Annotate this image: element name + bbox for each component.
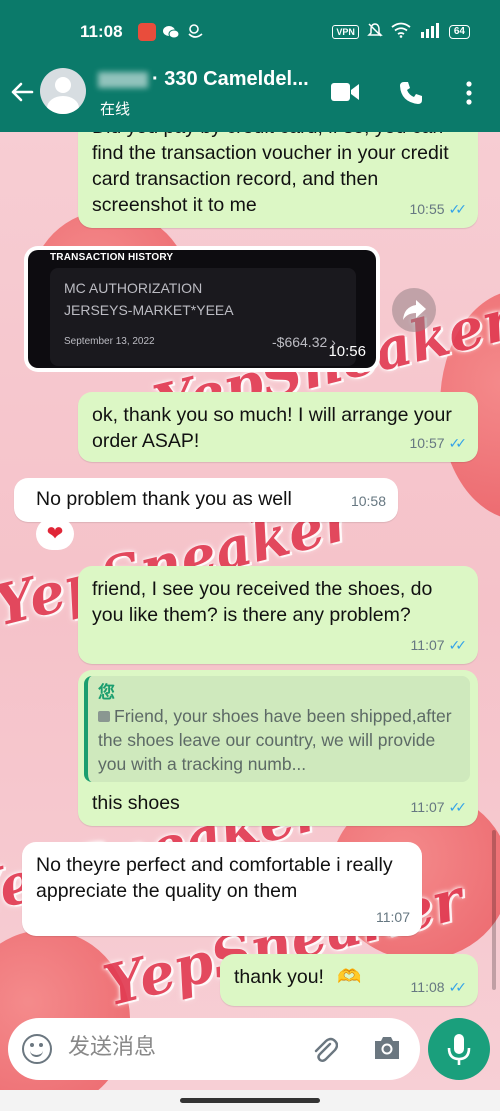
message-outgoing[interactable]: ok, thank you so much! I will arrange yo… xyxy=(78,392,478,462)
read-ticks-icon: ✓✓ xyxy=(448,201,468,217)
message-text: ok, thank you so much! I will arrange yo… xyxy=(92,404,452,452)
message-input[interactable] xyxy=(68,1035,308,1060)
status-time: 11:08 xyxy=(80,22,123,41)
vpn-badge: VPN xyxy=(332,24,359,39)
video-call-icon[interactable] xyxy=(330,80,360,109)
message-time: 11:07 xyxy=(410,637,445,653)
more-options-icon[interactable] xyxy=(464,80,474,111)
mic-icon xyxy=(447,1034,471,1065)
screenshot-amount: -$664.32 › xyxy=(272,334,336,350)
message-time: 10:55 xyxy=(409,201,445,217)
message-incoming[interactable]: No problem thank you as well 10:58 xyxy=(14,478,398,522)
quoted-message[interactable]: 您 Friend, your shoes have been shipped,a… xyxy=(84,676,470,782)
heart-reaction-icon[interactable]: ❤ xyxy=(36,518,74,550)
quoted-text: Friend, your shoes have been shipped,aft… xyxy=(98,706,452,774)
message-outgoing[interactable]: thank you! 🫶 11:08 ✓✓ xyxy=(220,954,478,1006)
message-time: 10:57 xyxy=(409,435,445,451)
system-nav-bar xyxy=(0,1090,500,1111)
status-indicators: VPN 64 xyxy=(332,22,470,41)
home-indicator[interactable] xyxy=(180,1098,320,1103)
screenshot-date: September 13, 2022 xyxy=(64,336,155,347)
message-text: No problem thank you as well xyxy=(36,488,292,510)
status-bar: 11:08 VPN 64 xyxy=(0,0,500,62)
transaction-screenshot: TRANSACTION HISTORY MC AUTHORIZATION JER… xyxy=(28,250,376,368)
quoted-author: 您 xyxy=(98,683,115,702)
read-ticks-icon: ✓✓ xyxy=(448,799,468,815)
wechat-icon xyxy=(162,23,180,41)
mute-icon xyxy=(367,22,383,41)
signal-icon xyxy=(419,22,441,41)
message-time: 10:58 xyxy=(350,493,386,509)
message-time: 11:08 xyxy=(410,979,445,995)
contact-name[interactable]: · 330 Cameldel... xyxy=(98,68,309,91)
message-composer xyxy=(8,1018,420,1080)
screenshot-merchant-line1: MC AUTHORIZATION xyxy=(64,280,203,296)
music-app-icon xyxy=(138,23,156,41)
message-time: 10:56 xyxy=(328,343,366,360)
message-incoming[interactable]: No theyre perfect and comfortable i real… xyxy=(22,842,422,936)
forward-icon[interactable] xyxy=(392,288,436,332)
mic-button[interactable] xyxy=(428,1018,490,1080)
emoji-icon[interactable] xyxy=(22,1034,52,1064)
voice-call-icon[interactable] xyxy=(398,80,424,111)
screenshot-heading: TRANSACTION HISTORY xyxy=(50,252,174,263)
camera-icon[interactable] xyxy=(372,1034,402,1067)
attach-icon[interactable] xyxy=(310,1034,339,1069)
read-ticks-icon: ✓✓ xyxy=(448,979,468,995)
message-outgoing-reply[interactable]: 您 Friend, your shoes have been shipped,a… xyxy=(78,670,478,826)
photo-icon xyxy=(98,711,110,722)
duck-app-icon xyxy=(186,23,204,41)
contact-status: 在线 xyxy=(100,101,131,118)
heart-hands-emoji: 🫶 xyxy=(337,966,362,988)
message-image[interactable]: TRANSACTION HISTORY MC AUTHORIZATION JER… xyxy=(24,246,380,372)
screenshot-merchant-line2: JERSEYS-MARKET*YEEA xyxy=(64,302,234,318)
read-ticks-icon: ✓✓ xyxy=(448,637,468,653)
message-outgoing[interactable]: friend, I see you received the shoes, do… xyxy=(78,566,478,664)
wifi-icon xyxy=(391,22,411,41)
scrollbar[interactable] xyxy=(492,830,496,990)
battery-indicator: 64 xyxy=(448,24,470,39)
read-ticks-icon: ✓✓ xyxy=(448,435,468,451)
redacted-name-part xyxy=(98,71,148,88)
message-time: 11:07 xyxy=(410,799,445,815)
back-arrow-icon[interactable] xyxy=(8,78,36,113)
contact-avatar[interactable] xyxy=(40,68,86,114)
message-time: 11:07 xyxy=(376,909,410,925)
message-text: friend, I see you received the shoes, do… xyxy=(92,578,433,626)
message-text: No theyre perfect and comfortable i real… xyxy=(36,854,393,902)
